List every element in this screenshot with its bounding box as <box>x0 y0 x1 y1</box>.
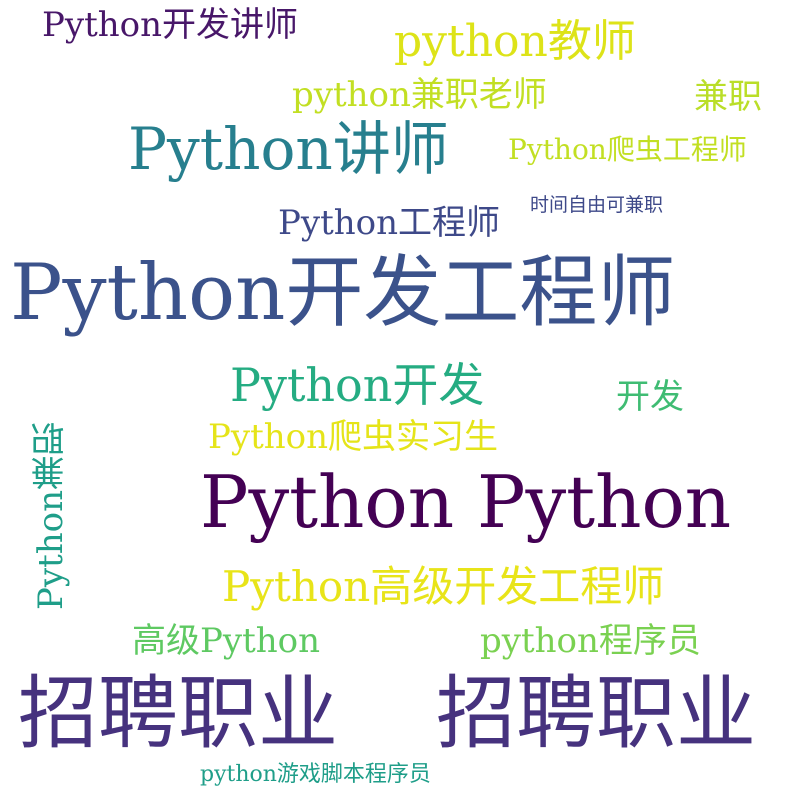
word-flexible-time: 时间自由可兼职 <box>530 194 664 216</box>
word-python-programmer: python程序员 <box>480 621 701 661</box>
word-recruit-2: 招聘职业 <box>436 667 756 760</box>
word-python-game-script-programmer: python游戏脚本程序员 <box>200 762 431 787</box>
word-dev: 开发 <box>616 377 684 417</box>
word-python-crawler-intern: Python爬虫实习生 <box>208 417 499 457</box>
word-python-engineer: Python工程师 <box>278 203 501 243</box>
word-python-senior-dev-engineer: Python高级开发工程师 <box>222 562 665 611</box>
word-recruit-1: 招聘职业 <box>18 667 338 760</box>
word-senior-python: 高级Python <box>132 621 321 661</box>
word-python-dev: Python开发 <box>230 358 485 412</box>
word-python-parttime: Python兼职 <box>31 422 71 611</box>
word-cloud: Python开发讲师 python教师 python兼职老师 兼职 Python… <box>0 0 800 800</box>
word-parttime: 兼职 <box>694 77 762 117</box>
word-python-dev-lecturer: Python开发讲师 <box>42 5 299 45</box>
word-python-teacher: python教师 <box>394 16 636 67</box>
word-python-lecturer: Python讲师 <box>128 115 449 183</box>
word-python-python: Python Python <box>200 460 732 544</box>
word-python-crawler-engineer: Python爬虫工程师 <box>508 133 747 166</box>
word-python-dev-engineer: Python开发工程师 <box>10 248 676 338</box>
word-python-parttime-teacher: python兼职老师 <box>292 75 547 115</box>
